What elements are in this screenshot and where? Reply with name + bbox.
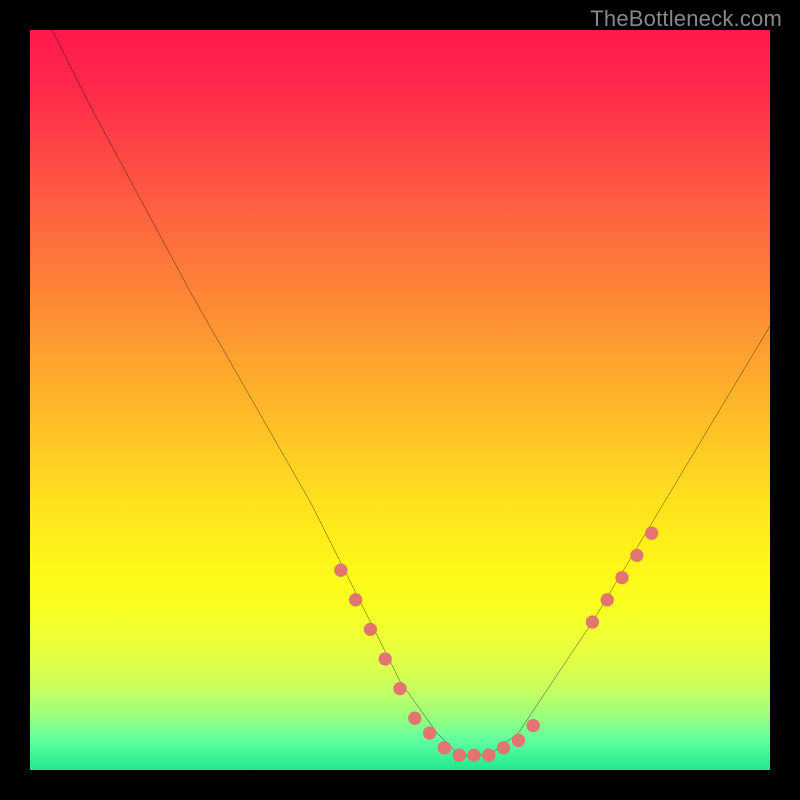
plot-area xyxy=(30,30,770,770)
dot-marker xyxy=(645,527,658,540)
dot-marker xyxy=(393,682,406,695)
dot-marker xyxy=(497,741,510,754)
chart-svg xyxy=(30,30,770,770)
curve-path xyxy=(52,30,770,755)
dot-marker xyxy=(527,719,540,732)
dot-marker xyxy=(349,593,362,606)
dot-marker xyxy=(615,571,628,584)
dot-marker xyxy=(334,564,347,577)
dot-marker xyxy=(423,726,436,739)
chart-container: TheBottleneck.com xyxy=(0,0,800,800)
dot-marker xyxy=(453,749,466,762)
dot-marker xyxy=(438,741,451,754)
dot-marker xyxy=(512,734,525,747)
dot-marker xyxy=(364,623,377,636)
dot-marker xyxy=(482,749,495,762)
watermark-text: TheBottleneck.com xyxy=(590,6,782,32)
dot-marker xyxy=(379,652,392,665)
dot-marker xyxy=(586,615,599,628)
dot-marker xyxy=(630,549,643,562)
dot-marker xyxy=(438,741,451,754)
dot-marker xyxy=(601,593,614,606)
curve-group xyxy=(52,30,770,762)
dot-marker xyxy=(453,749,466,762)
dot-marker xyxy=(467,749,480,762)
dot-marker xyxy=(408,712,421,725)
